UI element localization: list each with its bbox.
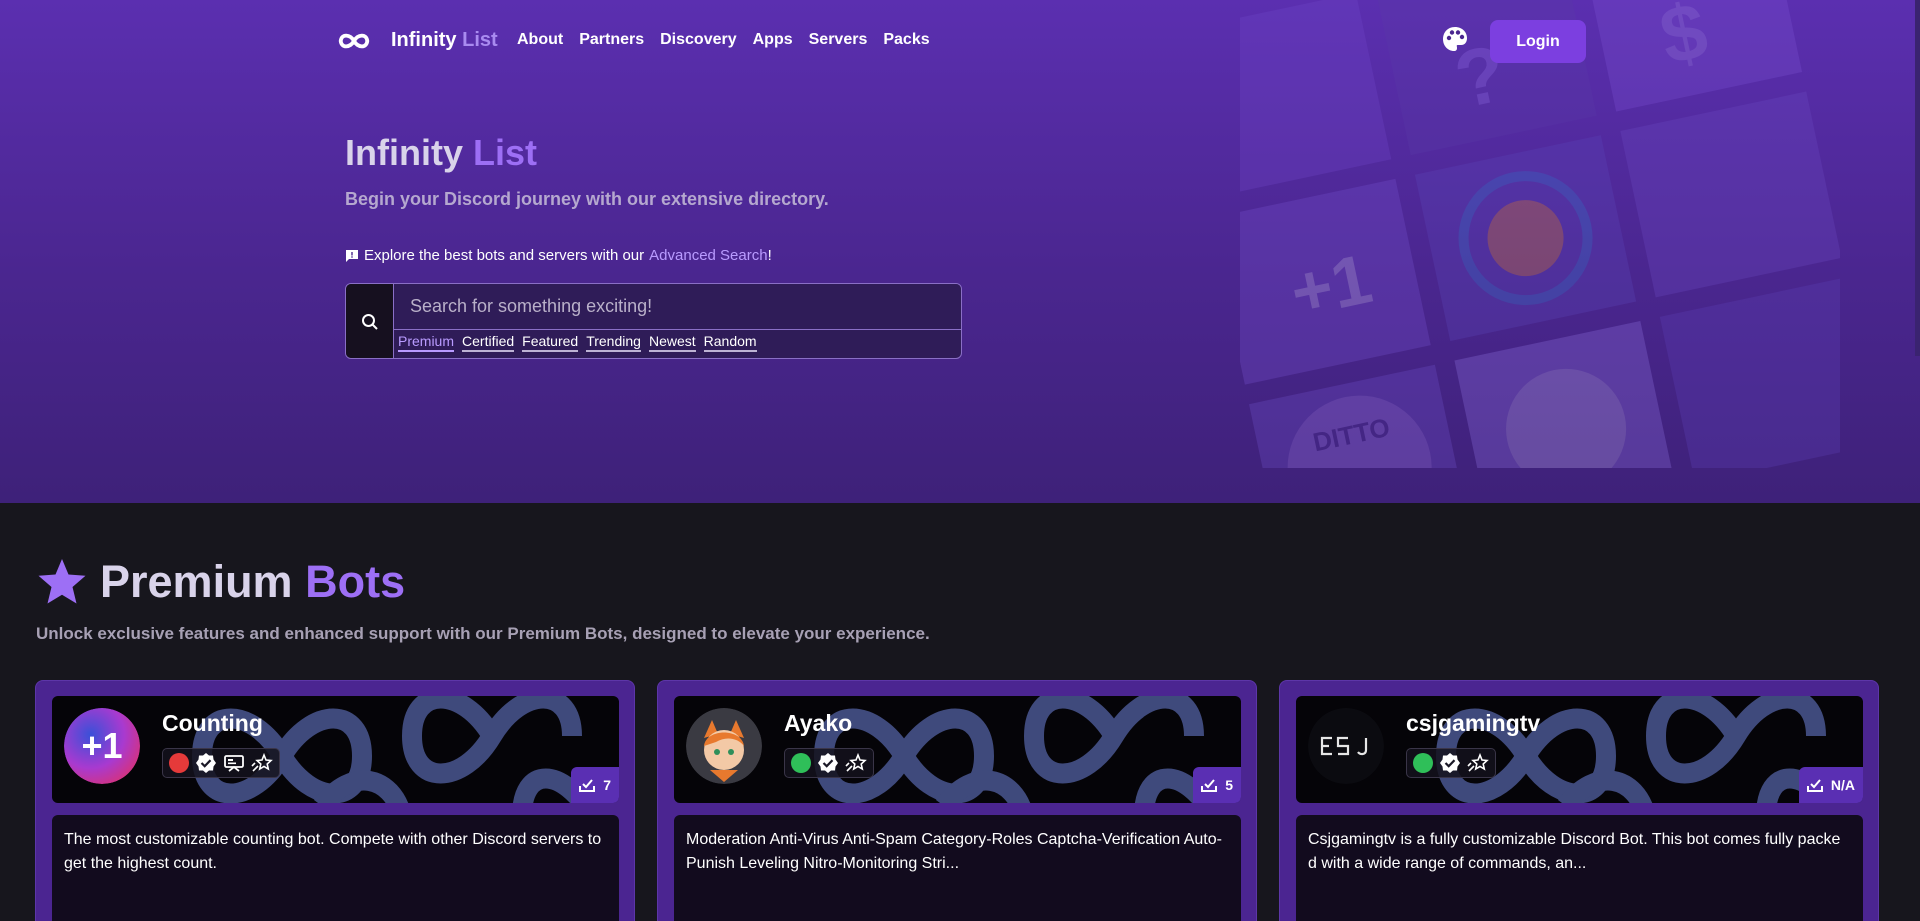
bot-badges <box>1406 748 1496 778</box>
star-icon <box>38 559 86 604</box>
filter-featured[interactable]: Featured <box>522 333 579 352</box>
bot-badges <box>162 748 280 778</box>
search-button[interactable] <box>346 284 394 358</box>
bot-card[interactable]: +1 Counting 7 The most customizable coun… <box>35 680 635 921</box>
filter-newest[interactable]: Newest <box>648 333 696 352</box>
vote-icon <box>1201 779 1218 792</box>
brand-name[interactable]: Infinity List <box>391 29 498 52</box>
bot-card[interactable]: csjgamingtv N/A Csjgamingtv is a fully c… <box>1279 680 1879 921</box>
explore-suffix: ! <box>767 247 772 264</box>
top-navbar: Infinity List About Partners Discovery A… <box>335 0 1586 80</box>
vote-count-value: N/A <box>1830 777 1855 793</box>
bot-name[interactable]: Counting <box>162 710 263 737</box>
filter-random[interactable]: Random <box>703 333 757 352</box>
nav-link-partners[interactable]: Partners <box>579 31 644 49</box>
svg-text:+1: +1 <box>1284 239 1378 332</box>
svg-text:+1: +1 <box>81 725 122 766</box>
bot-banner: +1 Counting 7 <box>52 696 619 803</box>
certified-icon <box>1467 752 1489 772</box>
section-title: Premium Bots <box>100 556 405 608</box>
nav-link-servers[interactable]: Servers <box>809 31 868 49</box>
vote-count[interactable]: 7 <box>571 767 619 803</box>
filter-certified[interactable]: Certified <box>462 333 515 352</box>
palette-icon[interactable] <box>1441 25 1469 53</box>
hero-title: Infinity List <box>345 132 537 174</box>
scrollbar-thumb[interactable] <box>1915 0 1920 356</box>
bot-badges <box>784 748 874 778</box>
infinity-logo-icon[interactable] <box>335 26 373 56</box>
bot-card[interactable]: Ayako 5 Moderation Anti-Virus Anti-Spam … <box>657 680 1257 921</box>
hero-subtitle: Begin your Discord journey with our exte… <box>345 189 829 209</box>
section-title-accent: Bots <box>305 556 406 607</box>
search-input[interactable] <box>394 284 961 330</box>
vote-count[interactable]: 5 <box>1193 767 1241 803</box>
nav-links: About Partners Discovery Apps Servers Pa… <box>517 31 930 49</box>
search-icon <box>361 314 378 330</box>
status-dot-icon <box>791 753 811 773</box>
verified-icon <box>1440 753 1460 773</box>
brand-accent-text: List <box>462 29 498 51</box>
nav-link-about[interactable]: About <box>517 31 563 49</box>
bot-description: Csjgamingtv is a fully customizable Disc… <box>1296 815 1863 921</box>
vote-icon <box>579 779 596 792</box>
vote-icon <box>1806 779 1823 792</box>
verified-icon <box>196 753 216 773</box>
search-box: Premium Certified Featured Trending Newe… <box>345 283 962 359</box>
nav-link-discovery[interactable]: Discovery <box>660 31 737 49</box>
verified-icon <box>818 753 838 773</box>
vote-count[interactable]: N/A <box>1798 767 1863 803</box>
section-title-main: Premium <box>100 556 293 607</box>
bot-avatar <box>1308 708 1384 784</box>
bot-avatar <box>686 708 762 784</box>
bot-description: Moderation Anti-Virus Anti-Spam Category… <box>674 815 1241 921</box>
vote-count-value: 5 <box>1225 777 1233 793</box>
login-button[interactable]: Login <box>1490 20 1586 63</box>
nav-link-packs[interactable]: Packs <box>883 31 929 49</box>
hero-title-main: Infinity <box>345 132 463 173</box>
filter-trending[interactable]: Trending <box>586 333 641 352</box>
advanced-search-link[interactable]: Advanced Search <box>649 247 767 264</box>
status-dot-icon <box>1413 753 1433 773</box>
message-icon <box>346 249 358 262</box>
filter-premium[interactable]: Premium <box>398 333 455 352</box>
vote-count-value: 7 <box>603 777 611 793</box>
premium-icon <box>224 755 244 772</box>
bot-banner: Ayako 5 <box>674 696 1241 803</box>
bot-description: The most customizable counting bot. Comp… <box>52 815 619 921</box>
nav-link-apps[interactable]: Apps <box>753 31 793 49</box>
status-dot-icon <box>169 753 189 773</box>
bot-name[interactable]: Ayako <box>784 710 852 737</box>
brand-main-text: Infinity <box>391 29 457 51</box>
section-subtitle: Unlock exclusive features and enhanced s… <box>36 624 930 643</box>
bot-banner: csjgamingtv N/A <box>1296 696 1863 803</box>
premium-section-header: Premium Bots <box>36 556 405 608</box>
hero-title-accent: List <box>473 132 538 173</box>
explore-line: Explore the best bots and servers with o… <box>345 247 772 264</box>
bot-name[interactable]: csjgamingtv <box>1406 710 1540 737</box>
certified-icon <box>845 752 867 772</box>
bot-avatar: +1 <box>64 708 140 784</box>
explore-text: Explore the best bots and servers with o… <box>364 247 645 264</box>
search-filters: Premium Certified Featured Trending Newe… <box>398 333 757 352</box>
certified-icon <box>251 752 273 772</box>
